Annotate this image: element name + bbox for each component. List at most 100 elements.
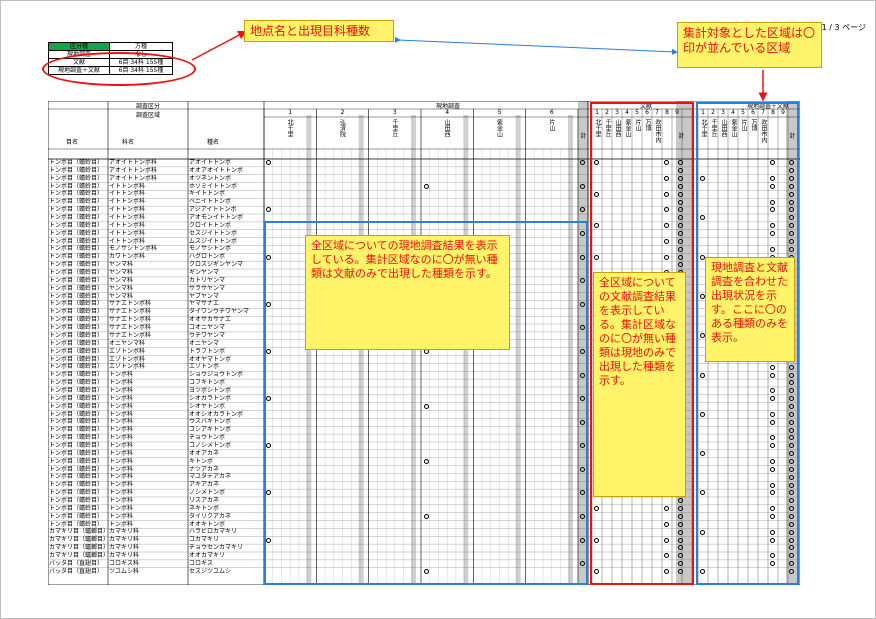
row-family: トンボ科 [109,434,134,442]
row-family: ヤンマ科 [109,261,134,269]
row-order: トンボ目（蜻蛉目） [49,324,104,332]
row-species: オオカマキリ [189,552,226,559]
row-species: クロスジギンヤンマ [189,261,244,269]
row-order: トンボ目（蜻蛉目） [49,174,104,182]
row-family: トンボ科 [109,386,134,394]
row-order: トンボ目（蜻蛉目） [49,426,104,434]
row-order: トンボ目（蜻蛉目） [49,489,104,497]
site-number: 4 [445,109,450,116]
row-species: ハラビロカマキリ [189,528,238,536]
row-family: サナエトンボ科 [109,324,152,332]
row-order: トンボ目（蜻蛉目） [49,166,104,174]
row-family: トンボ科 [109,441,134,449]
row-family: カワトンボ科 [109,253,146,261]
row-order: カマキリ目（蟷螂目） [49,536,110,544]
row-order: トンボ目（蜻蛉目） [49,347,104,355]
row-order: カマキリ目（蟷螂目） [49,552,110,559]
presence-mark [580,183,585,189]
row-order: トンボ目（蜻蛉目） [49,339,104,347]
row-family: トンボ科 [109,394,134,402]
row-species: トラフトンボ [189,347,226,355]
row-species: チョウセンカマキリ [189,544,244,552]
header-order: 目名 [65,139,78,146]
row-family: ヤンマ科 [109,276,134,284]
row-species: カトリヤンマ [189,276,226,284]
site-number: 6 [549,109,554,116]
row-order: トンボ目（蜻蛉目） [49,221,104,229]
row-family: オニヤンマ科 [109,339,146,347]
row-species: ネキトンボ [189,504,220,512]
row-species: アキアカネ [189,481,220,489]
row-species: コシアキトンボ [189,426,232,434]
row-family: トンボ科 [109,371,134,379]
row-order: トンボ目（蜻蛉目） [49,379,104,387]
row-order: トンボ目（蜻蛉目） [49,159,104,166]
row-order: トンボ目（蜻蛉目） [49,441,104,449]
row-family: サナエトンボ科 [109,308,152,316]
row-family: トンボ科 [109,512,134,520]
row-species: タイリクアカネ [189,512,232,520]
row-family: トンボ科 [109,418,134,426]
row-family: イトトンボ科 [109,221,146,229]
row-order: バッタ目（直翅目） [49,559,104,567]
row-family: アオイトトンボ科 [109,174,158,182]
row-family: トンボ科 [109,481,134,489]
site-name: 片山 [547,119,555,131]
row-family: トンボ科 [109,504,134,512]
row-order: トンボ目（蜻蛉目） [49,512,104,520]
header-section: 調査区分 [135,103,160,110]
row-family: サナエトンボ科 [109,316,152,324]
row-family: アオイトトンボ科 [109,159,158,166]
row-species: オニヤンマ [189,339,220,347]
row-species: コカマキリ [189,536,220,544]
row-order: トンボ目（蜻蛉目） [49,363,104,371]
page-number: 1 / 3 ページ [821,23,866,32]
presence-mark [424,183,429,189]
row-species: シオカラトンボ [189,394,232,402]
row-species: オオサカサナエ [189,316,232,324]
row-order: トンボ目（蜻蛉目） [49,308,104,316]
row-family: トンボ科 [109,379,134,387]
row-species: ハグロトンボ [189,253,226,261]
row-order: トンボ目（蜻蛉目） [49,434,104,442]
row-order: バッタ目（直翅目） [49,567,104,575]
summary-header-label: 区分種 [48,42,110,51]
row-species: キトンボ [189,457,214,465]
header-area: 調査区域 [135,112,160,119]
header-species: 種名 [206,139,219,146]
row-species: コフキトンボ [189,379,226,387]
row-order: トンボ目（蜻蛉目） [49,276,104,284]
row-species: ウスバキトンボ [189,418,232,426]
callout-field-all: 全区域についての現地調査結果を表示している。集計区域なのに〇が無い種類は文献のみ… [305,235,510,350]
row-family: カマキリ科 [109,552,140,559]
row-order: トンボ目（蜻蛉目） [49,284,104,292]
row-order: トンボ目（蜻蛉目） [49,198,104,206]
row-order: トンボ目（蜻蛉目） [49,229,104,237]
site-number: 3 [392,109,397,116]
row-order: トンボ目（蜻蛉目） [49,331,104,339]
row-species: ベニイトトンボ [189,198,232,206]
row-species: アオモンイトトンボ [189,214,244,222]
site-number: 1 [288,109,293,116]
row-order: トンボ目（蜻蛉目） [49,481,104,489]
row-family: イトトンボ科 [109,206,146,214]
header-family: 科名 [121,139,134,146]
callout-site-names: 地点名と出現目科種数 [244,20,394,42]
site-name: 千里丘 [390,119,398,137]
row-order: トンボ目（蜻蛉目） [49,269,104,277]
row-species: アオイトトンボ [189,159,232,166]
summary-highlight-ellipse [42,52,196,86]
row-species: ウチワヤンマ [189,331,226,339]
row-species: ショウジョウトンボ [189,371,244,379]
row-species: オオアオイトトンボ [189,166,244,174]
field-total: 計 [580,133,587,140]
row-order: トンボ目（蜻蛉目） [49,261,104,269]
row-order: トンボ目（蜻蛉目） [49,402,104,410]
row-species: エゾトンボ [189,363,220,371]
callout-combined: 現地調査と文献調査を合わせた出現状況を示す。ここに〇のある種類のみを表示。 [705,257,795,362]
row-species: アジアイトトンボ [189,206,237,214]
row-family: カマキリ科 [109,544,140,552]
row-species: オオアカネ [189,449,220,457]
site-number: 5 [497,109,502,116]
row-order: トンボ目（蜻蛉目） [49,253,104,261]
